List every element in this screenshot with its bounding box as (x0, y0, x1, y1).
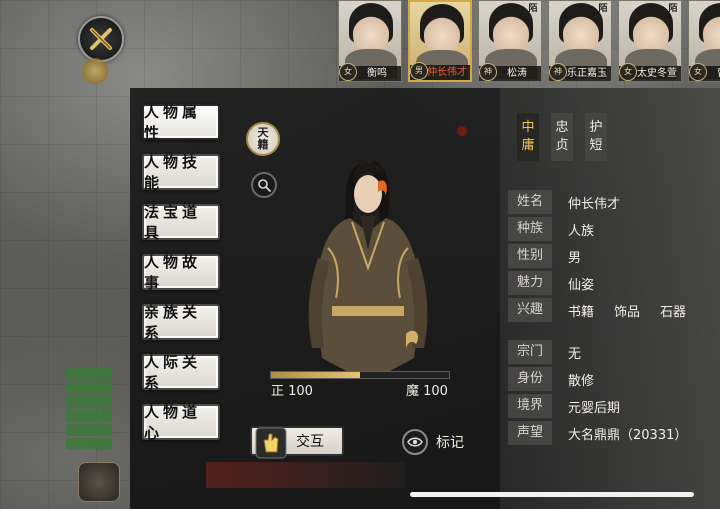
chat-chip[interactable] (66, 382, 112, 394)
portrait-badge: 神 (479, 63, 497, 81)
trait-char: 护 (589, 120, 603, 135)
trait-tag[interactable]: 忠贞 (551, 113, 573, 161)
trait-char: 中 (521, 120, 535, 135)
info-row-gender: 性别 男 (508, 244, 713, 268)
hobby-item: 书籍 (568, 304, 595, 320)
portrait-card[interactable]: 陌太史冬萱女 (618, 0, 682, 82)
info-row-hobby: 兴趣 书籍 饰品 石器 (508, 298, 713, 322)
trait-tag[interactable]: 中庸 (517, 113, 539, 161)
chat-chip[interactable] (66, 424, 112, 436)
magnifier-icon (258, 179, 271, 192)
info-row-identity: 身份 散修 (508, 367, 713, 391)
info-row-realm: 境界 元婴后期 (508, 394, 713, 418)
nav-button[interactable]: 人物技能 (142, 153, 220, 192)
character-realm: 元婴后期 (568, 400, 621, 416)
nav-button[interactable]: 人物道心 (142, 403, 220, 442)
tianji-badge[interactable]: 天籍 (246, 122, 280, 156)
character-name: 仲长伟才 (568, 196, 621, 212)
portrait-card[interactable]: 衡鸣女 (338, 0, 402, 82)
info-label: 境界 (508, 394, 552, 418)
nav-button[interactable]: 人物属性 (142, 103, 220, 142)
trait-tags: 中庸忠贞护短 (517, 113, 607, 161)
map-menu-icon[interactable] (78, 462, 120, 502)
chat-chip[interactable] (66, 368, 112, 380)
portrait-badge: 神 (549, 63, 567, 81)
crossed-swords-icon (90, 28, 112, 50)
portrait-badge: 女 (689, 63, 707, 81)
portrait-tag (387, 3, 399, 15)
coin-icon (82, 58, 108, 84)
info-row-sect: 宗门 无 (508, 340, 713, 364)
info-row-name: 姓名 仲长伟才 (508, 190, 713, 214)
portrait-card[interactable]: 仲长伟才男 (408, 0, 472, 82)
portrait-tag: 陌 (528, 4, 538, 14)
portrait-badge: 女 (339, 63, 357, 81)
character-figure (308, 160, 428, 372)
info-row-race: 种族 人族 (508, 217, 713, 241)
trait-char: 短 (589, 138, 603, 153)
hobby-item: 饰品 (614, 304, 641, 320)
nav-button[interactable]: 人际关系 (142, 353, 220, 392)
mark-button[interactable]: 标记 (402, 428, 472, 456)
chat-chip[interactable] (66, 396, 112, 408)
character-hobbies: 书籍 饰品 石器 (568, 301, 706, 320)
character-fame: 大名鼎鼎（20331） (568, 427, 688, 443)
side-chat-list (66, 368, 112, 450)
hobby-item: 石器 (660, 304, 687, 320)
hand-icon (255, 427, 287, 459)
nav-button[interactable]: 法宝道具 (142, 203, 220, 242)
portrait-bar: 衡鸣女仲长伟才男陌松涛神陌乐正嘉玉神陌太史冬萱女曹蕊女 (338, 0, 720, 84)
portrait-tag (456, 4, 468, 16)
portrait-card[interactable]: 陌乐正嘉玉神 (548, 0, 612, 82)
nav-button[interactable]: 人物故事 (142, 253, 220, 292)
alignment-fill (271, 372, 360, 378)
portrait-badge: 女 (619, 63, 637, 81)
character-sect: 无 (568, 346, 582, 362)
alignment-bar (270, 371, 450, 379)
nav-button[interactable]: 亲族关系 (142, 303, 220, 342)
trait-char: 庸 (521, 138, 535, 153)
info-row-fame: 声望 大名鼎鼎（20331） (508, 421, 713, 445)
portrait-badge: 男 (410, 62, 428, 80)
seal-dot (457, 126, 467, 136)
character-race: 人族 (568, 223, 595, 239)
interact-label: 交互 (296, 434, 324, 450)
bottom-status-strip (206, 462, 406, 488)
character-charm: 仙姿 (568, 277, 595, 293)
character-identity: 散修 (568, 373, 595, 389)
demonic-value: 魔 100 (406, 384, 448, 399)
eye-icon (402, 429, 428, 455)
info-label: 宗门 (508, 340, 552, 364)
search-button[interactable] (251, 172, 277, 198)
tianji-char-2: 籍 (257, 138, 269, 151)
character-gender: 男 (568, 250, 582, 266)
portrait-card[interactable]: 曹蕊女 (688, 0, 720, 82)
chat-chip[interactable] (66, 438, 112, 450)
portrait-tag: 陌 (598, 4, 608, 14)
character-nav: 人物属性人物技能法宝道具人物故事亲族关系人际关系人物道心 (142, 103, 220, 442)
trait-char: 忠 (555, 120, 569, 135)
info-label: 兴趣 (508, 298, 552, 322)
info-label: 声望 (508, 421, 552, 445)
info-label: 魅力 (508, 271, 552, 295)
info-label: 身份 (508, 367, 552, 391)
info-label: 种族 (508, 217, 552, 241)
chat-chip[interactable] (66, 410, 112, 422)
character-info: 姓名 仲长伟才 种族 人族 性别 男 魅力 仙姿 兴趣 书籍 饰品 石器 宗门 无 … (508, 190, 713, 448)
info-row-charm: 魅力 仙姿 (508, 271, 713, 295)
righteous-value: 正 100 (271, 384, 313, 399)
portrait-tag: 陌 (668, 4, 678, 14)
mark-label: 标记 (436, 435, 464, 451)
info-label: 性别 (508, 244, 552, 268)
portrait-card[interactable]: 陌松涛神 (478, 0, 542, 82)
close-button[interactable] (78, 16, 124, 62)
info-label: 姓名 (508, 190, 552, 214)
trait-tag[interactable]: 护短 (585, 113, 607, 161)
home-indicator[interactable] (410, 492, 694, 497)
trait-char: 贞 (555, 138, 569, 153)
